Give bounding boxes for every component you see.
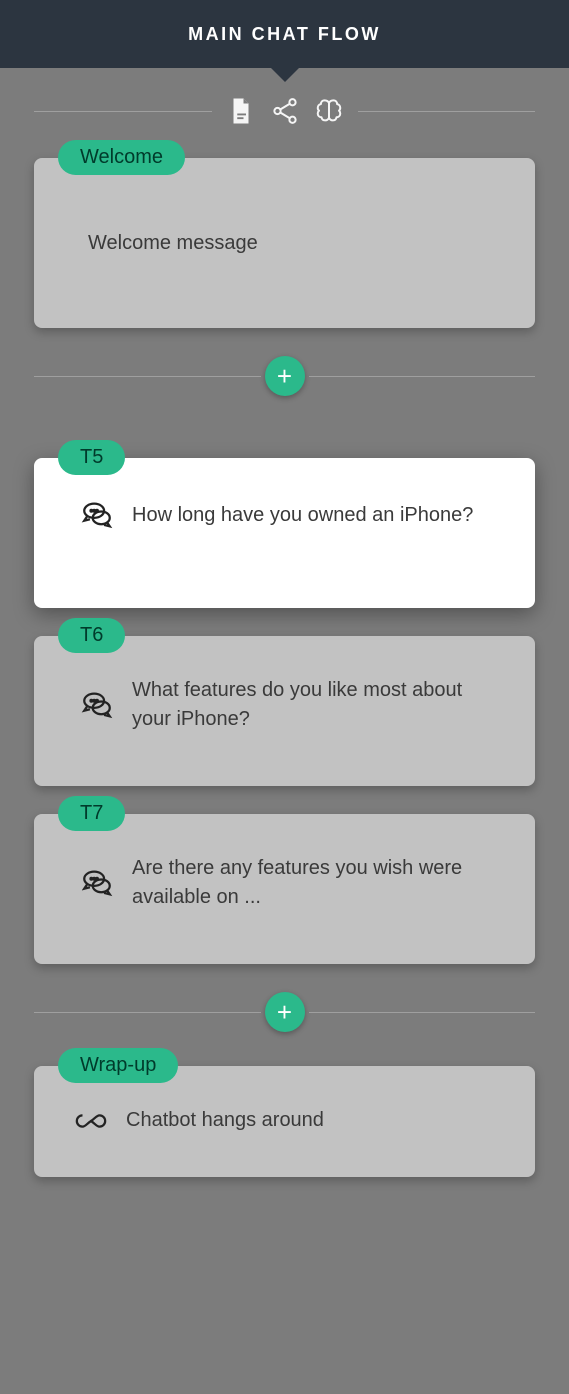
card-text: Are there any features you wish were ava… bbox=[132, 854, 503, 912]
divider-line bbox=[34, 1012, 261, 1013]
add-step-button[interactable]: + bbox=[265, 356, 305, 396]
card-tag: Wrap-up bbox=[58, 1048, 178, 1083]
add-divider: + bbox=[34, 992, 535, 1032]
card-t5[interactable]: T5 How long have you owned an iPhone? bbox=[34, 458, 535, 608]
card-welcome[interactable]: Welcome Welcome message bbox=[34, 158, 535, 328]
divider-line bbox=[34, 376, 261, 377]
infinity-icon bbox=[74, 1111, 108, 1131]
card-text: Chatbot hangs around bbox=[126, 1106, 503, 1135]
add-divider: + bbox=[34, 356, 535, 396]
share-icon[interactable] bbox=[270, 96, 300, 126]
chat-icon bbox=[80, 498, 114, 532]
card-tag: T6 bbox=[58, 618, 125, 653]
card-text: What features do you like most about you… bbox=[132, 676, 503, 734]
card-text: How long have you owned an iPhone? bbox=[132, 501, 503, 530]
plus-icon: + bbox=[277, 363, 292, 389]
add-step-button[interactable]: + bbox=[265, 992, 305, 1032]
divider-line bbox=[309, 1012, 536, 1013]
page-title: MAIN CHAT FLOW bbox=[188, 24, 381, 45]
divider-line bbox=[34, 111, 212, 112]
card-text: Welcome message bbox=[88, 229, 258, 258]
card-tag: T7 bbox=[58, 796, 125, 831]
card-t6[interactable]: T6 What features do you like most about … bbox=[34, 636, 535, 786]
chat-icon bbox=[80, 866, 114, 900]
divider-line bbox=[358, 111, 536, 112]
top-icon-row bbox=[34, 96, 535, 126]
divider-line bbox=[309, 376, 536, 377]
card-wrapup[interactable]: Wrap-up Chatbot hangs around bbox=[34, 1066, 535, 1177]
document-icon[interactable] bbox=[226, 96, 256, 126]
card-tag: Welcome bbox=[58, 140, 185, 175]
card-t7[interactable]: T7 Are there any features you wish were … bbox=[34, 814, 535, 964]
brain-icon[interactable] bbox=[314, 96, 344, 126]
plus-icon: + bbox=[277, 999, 292, 1025]
card-tag: T5 bbox=[58, 440, 125, 475]
header-bar: MAIN CHAT FLOW bbox=[0, 0, 569, 68]
header-pointer bbox=[271, 68, 299, 82]
chat-icon bbox=[80, 688, 114, 722]
